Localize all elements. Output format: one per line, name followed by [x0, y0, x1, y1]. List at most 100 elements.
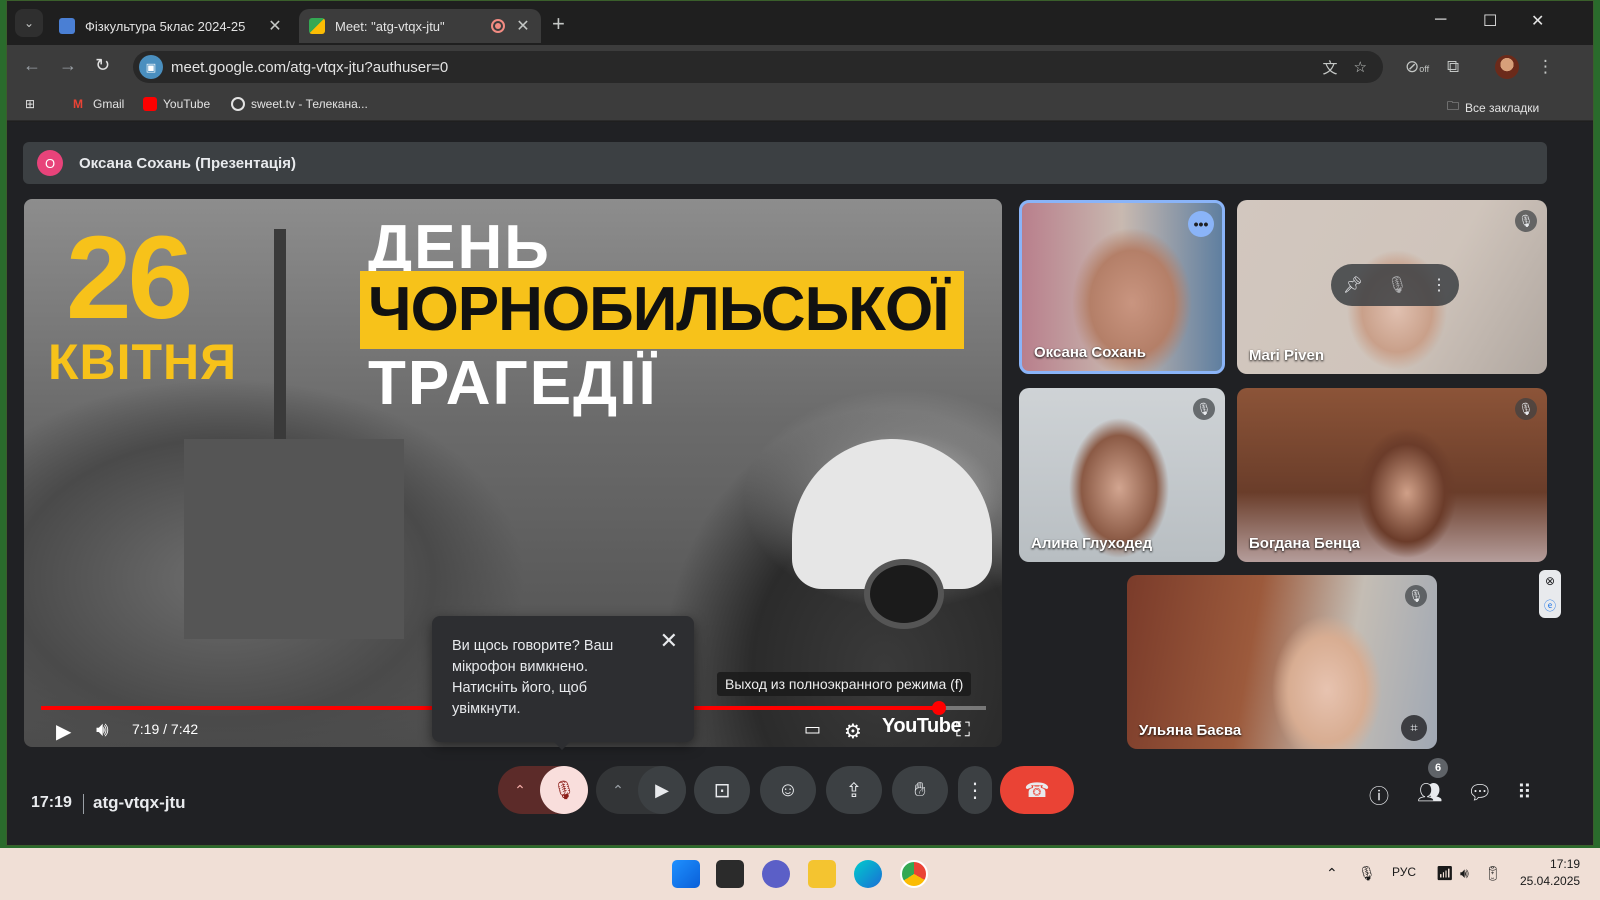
participant-tile-bogdana[interactable]: 🎙︎ Богдана Бенца	[1237, 388, 1547, 562]
participant-tile-ulyana[interactable]: 🎙︎ ⌗ Ульяна Баєва	[1127, 575, 1437, 749]
tab-classroom[interactable]: Фізкультура 5клас 2024-25 ✕	[49, 9, 293, 43]
file-explorer-icon[interactable]	[808, 860, 836, 888]
present-screen-button[interactable]: ⇪	[826, 766, 882, 814]
mic-toggle-button[interactable]: 🎙︎	[540, 766, 588, 814]
camera-options-chevron-icon[interactable]: ⌃	[596, 766, 640, 814]
mic-options-chevron-icon[interactable]: ⌃	[498, 766, 542, 814]
captions-button[interactable]: ⊡	[694, 766, 750, 814]
widget-e-icon[interactable]: ⓔ	[1544, 597, 1556, 614]
volume-icon[interactable]: 🔊︎	[96, 719, 109, 742]
bookmark-star-icon[interactable]: ☆	[1354, 58, 1367, 76]
tile-more-icon[interactable]: ⋮	[1431, 275, 1447, 295]
back-icon[interactable]: ←	[23, 55, 41, 76]
wifi-icon[interactable]: 📶︎	[1436, 865, 1454, 882]
more-options-icon[interactable]: •••	[1188, 211, 1214, 237]
browser-menu-icon[interactable]: ⋮	[1537, 57, 1554, 77]
divider	[83, 794, 84, 814]
maximize-icon[interactable]: ☐	[1483, 11, 1497, 31]
close-tab-icon[interactable]: ✕	[515, 16, 531, 36]
tab-search-button[interactable]: ⌄	[15, 9, 43, 37]
mic-off-icon: 🎙︎	[552, 779, 576, 800]
apps-grid-icon[interactable]: ⊞	[25, 97, 35, 111]
reactions-button[interactable]: ☺	[760, 766, 816, 814]
exit-fullscreen-icon[interactable]: ⛶	[956, 719, 970, 742]
presentation-banner: О Оксана Сохань (Презентація)	[23, 142, 1547, 184]
bookmark-sweettv[interactable]: sweet.tv - Телекана...	[231, 97, 368, 111]
system-clock[interactable]: 17:19 25.04.2025	[1520, 856, 1580, 890]
chrome-browser-icon[interactable]	[900, 860, 928, 888]
close-tab-icon[interactable]: ✕	[267, 16, 283, 36]
participant-tile-oksana[interactable]: ••• Оксана Сохань	[1019, 200, 1225, 374]
video-progress-knob[interactable]	[931, 701, 946, 715]
recording-icon	[491, 19, 505, 33]
url-text[interactable]: meet.google.com/atg-vtqx-jtu?authuser=0	[171, 59, 1323, 76]
play-icon[interactable]: ▶	[56, 719, 71, 744]
leave-call-button[interactable]: ☎	[1000, 766, 1074, 814]
tray-mic-icon[interactable]: 🎙︎	[1358, 865, 1376, 882]
chat-icon[interactable]: 💬︎	[1467, 780, 1492, 805]
extension-off-icon[interactable]: ⊘off	[1405, 57, 1429, 77]
camera-toggle-button[interactable]: ▶	[638, 766, 686, 814]
tab-title: Meet: "atg-vtqx-jtu"	[335, 18, 445, 34]
windows-start-icon[interactable]	[672, 860, 700, 888]
mic-muted-popup: Ви щось говорите? Ваш мікрофон вимкнено.…	[432, 616, 694, 750]
chevron-down-icon: ⌄	[23, 16, 35, 30]
crop-icon[interactable]: ⌗	[1401, 715, 1427, 741]
tab-meet[interactable]: Meet: "atg-vtqx-jtu" ✕	[299, 9, 541, 43]
mic-muted-message: Ви щось говорите? Ваш мікрофон вимкнено.…	[452, 638, 614, 717]
camera-control-group: ⌃ ▶	[596, 766, 686, 814]
raise-hand-button[interactable]: ✋︎	[892, 766, 948, 814]
profile-avatar[interactable]	[1495, 55, 1519, 79]
meeting-info-icon[interactable]: ⓘ	[1369, 780, 1389, 809]
participant-tile-mari[interactable]: 🎙︎ 📌︎ 🎙︎ ⋮ Mari Piven	[1237, 200, 1547, 374]
edge-browser-icon[interactable]	[854, 860, 882, 888]
reactor-building	[184, 439, 404, 639]
video-headline-2: ЧОРНОБИЛЬСЬКОЇ	[360, 271, 965, 349]
extensions-puzzle-icon[interactable]: ⧉	[1447, 57, 1459, 77]
reload-icon[interactable]: ↻	[95, 55, 110, 76]
video-date-month: КВІТНЯ	[48, 334, 238, 390]
participant-name: Mari Piven	[1249, 347, 1325, 364]
bookmark-gmail[interactable]: M Gmail	[73, 97, 124, 111]
side-extension-widget[interactable]: ⊗ ⓔ	[1539, 570, 1561, 618]
settings-gear-icon[interactable]: ⚙	[844, 719, 862, 744]
people-icon[interactable]: 👥︎	[1417, 780, 1442, 805]
participant-tile-alina[interactable]: 🎙︎ Алина Глуходед	[1019, 388, 1225, 562]
meeting-code: atg-vtqx-jtu	[93, 793, 186, 812]
hangup-icon: ☎	[1024, 779, 1050, 802]
forward-icon[interactable]: →	[59, 55, 77, 76]
bookmark-youtube[interactable]: YouTube	[143, 97, 210, 111]
participant-name: Богдана Бенца	[1249, 535, 1360, 552]
translate-icon[interactable]: 文	[1323, 57, 1338, 78]
site-info-icon[interactable]: ▣	[139, 55, 163, 79]
keyboard-language[interactable]: РУС	[1392, 865, 1416, 879]
teams-chat-icon[interactable]	[762, 860, 790, 888]
mute-participant-icon[interactable]: 🎙︎	[1387, 275, 1407, 295]
presentation-title: Оксана Сохань (Презентація)	[79, 154, 296, 172]
sweettv-icon	[231, 97, 245, 111]
volume-icon[interactable]: 🔊︎	[1460, 865, 1469, 882]
youtube-logo[interactable]: YouTube	[882, 715, 962, 738]
tile-hover-controls: 📌︎ 🎙︎ ⋮	[1331, 264, 1459, 306]
more-vert-icon: ⋮	[965, 779, 985, 802]
close-popup-icon[interactable]: ✕	[660, 630, 678, 652]
address-bar[interactable]: ▣ meet.google.com/atg-vtqx-jtu?authuser=…	[133, 51, 1383, 83]
gmail-icon: M	[73, 97, 83, 111]
people-count-badge: 6	[1428, 758, 1448, 778]
system-date: 25.04.2025	[1520, 874, 1581, 888]
mic-off-icon: 🎙︎	[1515, 398, 1537, 420]
new-tab-button[interactable]: +	[552, 11, 565, 37]
close-window-icon[interactable]: ✕	[1531, 11, 1544, 31]
pin-icon[interactable]: 📌︎	[1343, 275, 1363, 295]
battery-icon[interactable]: 🔋︎	[1484, 865, 1502, 882]
more-options-button[interactable]: ⋮	[958, 766, 992, 814]
subtitles-icon[interactable]: ▭	[804, 719, 821, 740]
camera-icon: ▶	[655, 779, 669, 800]
all-bookmarks[interactable]: 🗀 Все закладки	[1447, 97, 1539, 118]
minimize-icon[interactable]: ─	[1435, 11, 1446, 29]
activities-grid-icon[interactable]: ⠿	[1517, 780, 1532, 805]
tray-overflow-chevron-icon[interactable]: ⌃	[1326, 865, 1338, 882]
meet-area: О Оксана Сохань (Презентація) 26 КВІТНЯ …	[7, 122, 1593, 845]
task-view-icon[interactable]	[716, 860, 744, 888]
close-widget-icon[interactable]: ⊗	[1545, 574, 1555, 588]
